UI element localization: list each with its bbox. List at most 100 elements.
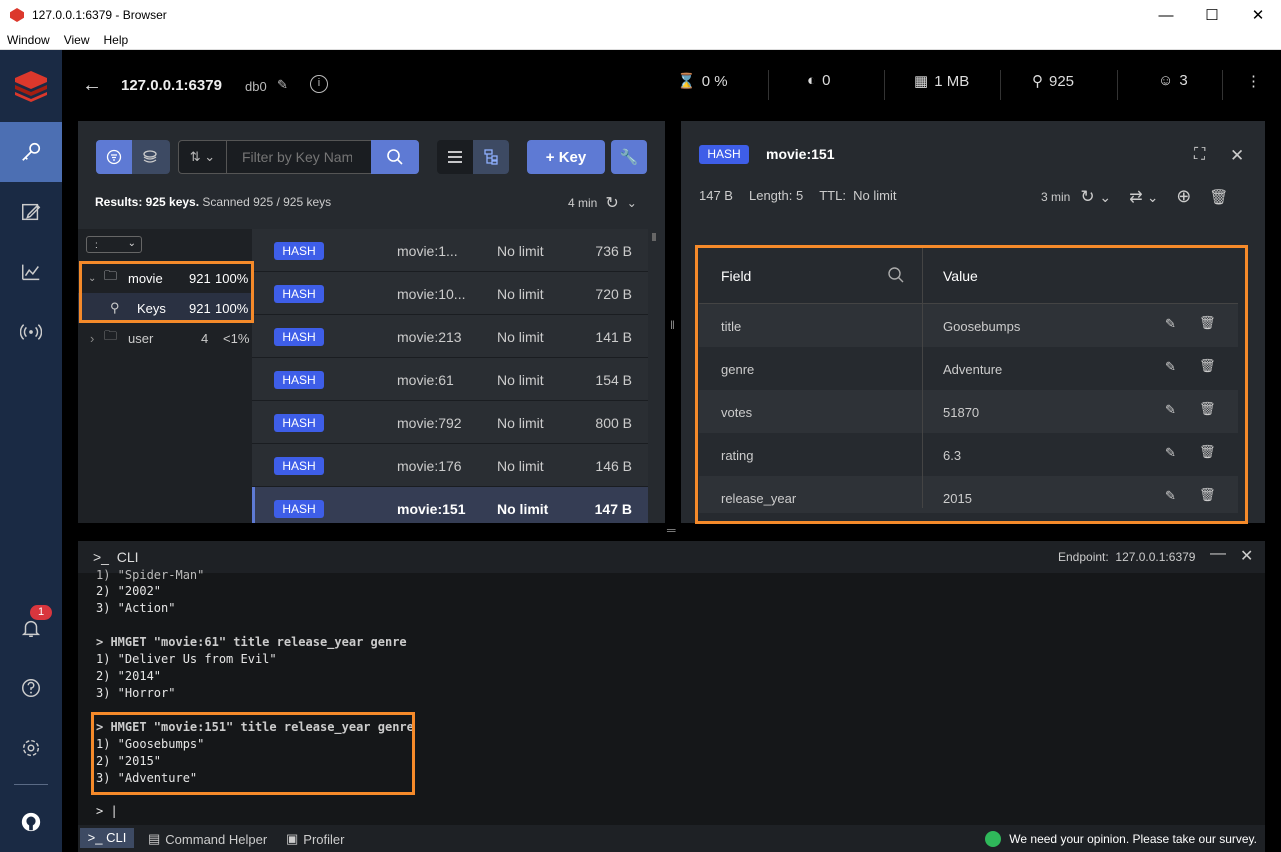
search-icon[interactable] <box>887 266 905 284</box>
nav-help[interactable] <box>0 658 62 718</box>
edit-icon[interactable]: ✎ <box>1165 359 1176 375</box>
nav-pubsub[interactable] <box>0 302 62 362</box>
stat-clients: ☺ 3 <box>1158 72 1188 89</box>
tree-view-button[interactable] <box>473 140 509 174</box>
notification-badge: 1 <box>30 605 52 620</box>
close-window-button[interactable]: ✕ <box>1235 0 1281 30</box>
sidebar: 1 <box>0 50 62 852</box>
add-field-icon[interactable]: ⊕ <box>1176 186 1191 207</box>
key-meta: 147 B Length: 5 TTL: No limit <box>699 188 897 203</box>
redis-logo-icon[interactable] <box>13 68 49 102</box>
fullscreen-icon[interactable]: ⛶ <box>1194 146 1205 164</box>
delimiter-select[interactable]: : ⌄ <box>86 236 142 253</box>
edit-icon[interactable]: ✎ <box>1165 445 1176 461</box>
stat-divider <box>768 70 769 100</box>
list-view-button[interactable] <box>437 140 473 174</box>
horizontal-resize-handle[interactable]: ═ <box>667 523 676 537</box>
tree-keys-movie[interactable]: ⚲ Keys 921 100% <box>78 293 252 323</box>
close-icon[interactable]: ✕ <box>1230 146 1244 166</box>
view-toggle <box>437 140 509 174</box>
table-row[interactable]: HASH movie:10... No limit 720 B <box>252 272 648 315</box>
trash-icon[interactable]: 🗑 <box>1199 315 1216 331</box>
hash-fields-table: Field Value title Goosebumps ✎ 🗑 genre Adven… <box>699 246 1238 513</box>
key-actions: 3 min ↻ ⌄ ⇄ ⌄ ⊕ 🗑 <box>1041 186 1229 207</box>
cli-header: >_ CLI Endpoint: 127.0.0.1:6379 — ✕ <box>78 541 1265 573</box>
edit-icon[interactable]: ✎ <box>1165 402 1176 418</box>
menu-help[interactable]: Help <box>96 33 135 47</box>
stat-divider <box>884 70 885 100</box>
gear-icon <box>22 739 40 757</box>
filter-icon <box>106 149 122 165</box>
memory-icon: ▦ <box>914 73 929 90</box>
search-button[interactable] <box>371 140 419 174</box>
terminal-icon: >_ <box>93 549 109 565</box>
table-row[interactable]: HASH movie:213 No limit 141 B <box>252 315 648 358</box>
key-type-select[interactable]: ⇅ ⌄ <box>179 141 227 173</box>
stack-icon <box>143 150 157 163</box>
tree-folder-movie[interactable]: ⌄ 🗀 movie 921 100% <box>78 263 252 293</box>
cli-tab[interactable]: >_ CLI <box>80 828 134 848</box>
table-row[interactable]: HASH movie:792 No limit 800 B <box>252 401 648 444</box>
table-row[interactable]: HASH movie:176 No limit 146 B <box>252 444 648 487</box>
trash-icon[interactable]: 🗑 <box>1199 487 1216 503</box>
type-badge: HASH <box>699 145 749 164</box>
cli-output[interactable]: 1) "Spider-Man" 2) "2002" 3) "Action" > … <box>96 568 1256 825</box>
back-arrow-icon[interactable]: ← <box>82 74 102 97</box>
search-mode-button[interactable] <box>132 140 168 174</box>
menu-window[interactable]: Window <box>0 33 57 47</box>
key-name[interactable]: movie:151 <box>766 146 834 162</box>
stat-cpu: ⌛ 0 % <box>677 72 728 91</box>
refresh-icon[interactable]: ↻ ⌄ <box>1080 187 1111 207</box>
trash-icon[interactable]: 🗑 <box>1199 358 1216 374</box>
info-icon[interactable]: i <box>310 75 328 93</box>
table-row[interactable]: HASH movie:1... No limit 736 B <box>252 229 648 272</box>
table-row-selected[interactable]: HASH movie:151 No limit 147 B <box>252 487 648 523</box>
cli-input[interactable]: > | <box>96 804 118 818</box>
nav-github[interactable] <box>0 792 62 852</box>
table-header: Field Value <box>699 251 1238 304</box>
bulk-actions-button[interactable]: 🔧 <box>611 140 647 174</box>
menubar: Window View Help <box>0 30 1281 50</box>
nav-browser[interactable] <box>0 122 62 182</box>
trash-icon[interactable]: 🗑 <box>1199 401 1216 417</box>
minimize-cli-icon[interactable]: — <box>1210 545 1226 563</box>
format-switch-icon[interactable]: ⇄ ⌄ <box>1129 187 1158 207</box>
command-helper-tab[interactable]: ▤ Command Helper <box>148 831 267 847</box>
maximize-button[interactable]: ☐ <box>1189 0 1235 30</box>
nav-workbench[interactable] <box>0 182 62 242</box>
profiler-tab[interactable]: ▣ Profiler <box>286 831 344 847</box>
edit-db-icon[interactable]: ✎ <box>277 77 288 93</box>
edit-icon[interactable]: ✎ <box>1165 316 1176 332</box>
add-key-button[interactable]: + Key <box>527 140 605 174</box>
tree-folder-user[interactable]: › 🗀 user 4 <1% <box>78 323 252 353</box>
type-badge: HASH <box>274 328 324 346</box>
key-browser-panel: ⇅ ⌄ ⇕ + Key 🔧 Results: 925 keys. Scanned… <box>78 121 665 523</box>
key-search-input[interactable] <box>242 149 352 165</box>
trash-icon[interactable]: 🗑 <box>1209 188 1228 206</box>
gauge-icon: ◐ <box>807 72 817 89</box>
minimize-button[interactable]: — <box>1143 0 1189 30</box>
nav-analysis[interactable] <box>0 242 62 302</box>
search-icon <box>387 149 403 165</box>
table-row: genre Adventure ✎ 🗑 <box>721 358 1216 377</box>
table-row[interactable]: HASH movie:61 No limit 154 B <box>252 358 648 401</box>
more-menu-icon[interactable]: ⋮ <box>1246 72 1261 90</box>
cli-panel: >_ CLI Endpoint: 127.0.0.1:6379 — ✕ 1) "… <box>78 541 1265 825</box>
help-icon <box>22 679 40 697</box>
scrollbar[interactable] <box>652 233 656 241</box>
key-icon <box>22 142 41 161</box>
edit-icon[interactable]: ✎ <box>1165 488 1176 504</box>
trash-icon[interactable]: 🗑 <box>1199 444 1216 460</box>
vertical-resize-handle[interactable]: ‖ <box>670 318 675 332</box>
nav-settings[interactable] <box>0 718 62 778</box>
chevron-down-icon[interactable]: ⌄ <box>627 196 637 210</box>
window-titlebar: 127.0.0.1:6379 - Browser — ☐ ✕ <box>0 0 1281 30</box>
menu-view[interactable]: View <box>57 33 97 47</box>
refresh-icon[interactable]: ↻ <box>605 193 618 213</box>
chevron-down-icon: ⌄ <box>88 272 97 284</box>
github-icon <box>21 812 41 832</box>
cpu-icon: ⌛ <box>677 73 696 90</box>
filter-type-button[interactable] <box>96 140 132 174</box>
close-cli-icon[interactable]: ✕ <box>1240 546 1253 566</box>
survey-link[interactable]: We need your opinion. Please take our su… <box>985 831 1257 847</box>
